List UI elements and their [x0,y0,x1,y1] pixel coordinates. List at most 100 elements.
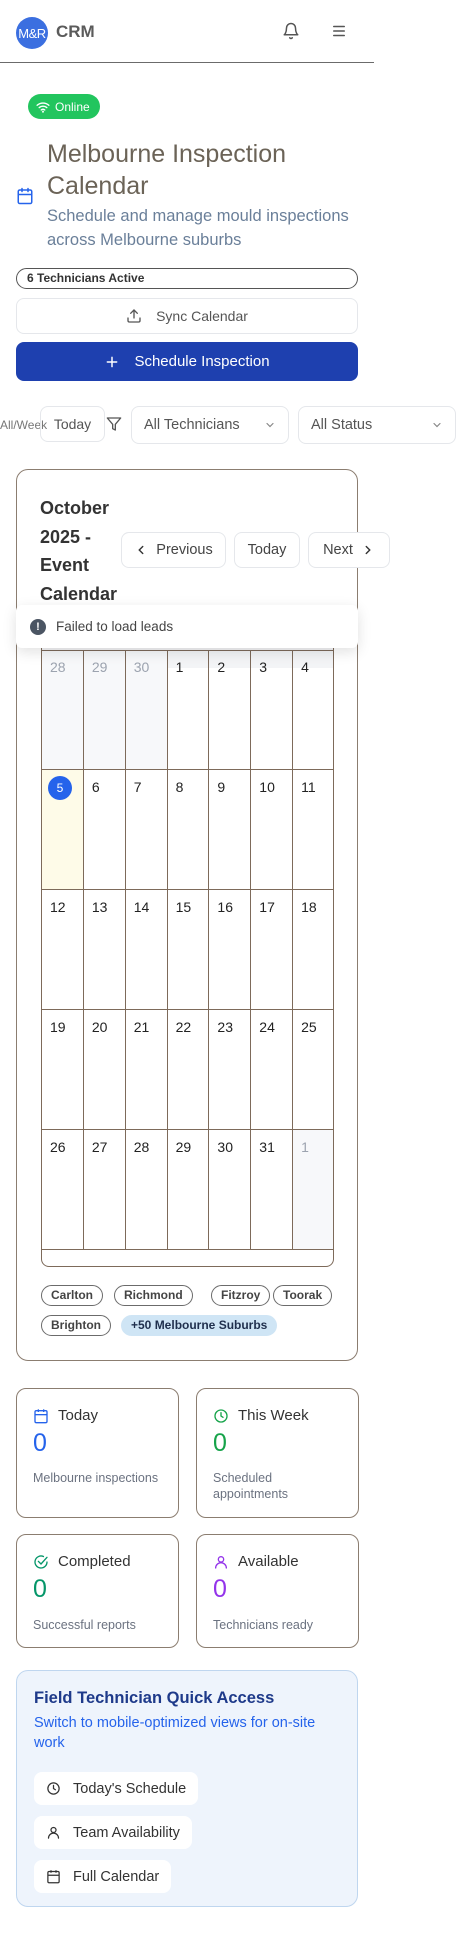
calendar-day-cell[interactable]: 28 [42,651,84,770]
stat-week-label: This Week [238,1407,309,1424]
calendar-day-cell[interactable]: 30 [125,651,168,770]
calendar-day-cell[interactable]: 28 [125,1130,168,1250]
calendar-day-cell[interactable]: 19 [42,1010,84,1130]
top-header: M&R CRM [0,0,374,63]
calendar-day-cell[interactable]: 26 [42,1130,84,1250]
calendar-day-cell[interactable]: 14 [125,890,168,1010]
stat-today-desc: Melbourne inspections [33,1471,159,1485]
calendar-day-cell[interactable]: 5 [42,770,84,890]
chevron-left-icon [138,545,144,555]
team-availability-button[interactable]: Team Availability [34,1816,192,1849]
day-number: 12 [50,899,66,915]
calendar-day-cell[interactable]: 15 [167,890,210,1010]
filter-icon [106,417,122,431]
status-select[interactable]: All Status [298,406,456,444]
calendar-day-cell[interactable]: 17 [251,890,294,1010]
full-calendar-label: Full Calendar [73,1868,160,1885]
suburb-chip: Fitzroy [211,1285,271,1306]
hamburger-menu-icon[interactable] [329,22,349,40]
calendar-day-cell[interactable]: 24 [251,1010,294,1130]
sync-calendar-button[interactable]: Sync Calendar [16,298,358,334]
quick-access-subtitle: Switch to mobile-optimized views for on-… [34,1715,316,1751]
online-label: Online [55,99,90,114]
stat-card-today: Today 0 Melbourne inspections [16,1388,179,1518]
wifi-icon [36,101,50,113]
chevron-down-icon [266,422,274,428]
calendar-day-cell[interactable]: 13 [83,890,126,1010]
page-title: Melbourne Inspection Calendar [47,140,287,200]
calendar-day-cell[interactable]: 23 [209,1010,252,1130]
todays-schedule-label: Today's Schedule [73,1780,187,1797]
calendar-day-cell[interactable]: 12 [42,890,84,1010]
suburb-chip: Carlton [41,1285,103,1306]
calendar-day-cell[interactable]: 30 [209,1130,252,1250]
clock-icon [47,1782,60,1795]
stat-available-desc: Technicians ready [213,1618,314,1632]
suburb-chip: Richmond [114,1285,193,1306]
day-number: 28 [133,1139,150,1155]
day-number: 31 [259,1139,275,1155]
stat-completed-desc: Successful reports [33,1618,136,1632]
calendar-day-cell[interactable]: 1 [167,651,210,770]
calendar-day-cell[interactable]: 4 [293,651,333,770]
error-message: Failed to load leads [56,619,174,634]
day-number: 3 [259,659,268,675]
stat-card-completed: Completed 0 Successful reports [16,1534,179,1648]
day-number: 24 [259,1019,275,1035]
chevron-down-icon [433,422,441,428]
sync-calendar-label: Sync Calendar [156,308,248,324]
day-number: 2 [217,659,226,675]
calendar-day-cell[interactable]: 9 [209,770,252,890]
more-suburbs-chip: +50 Melbourne Suburbs [121,1315,278,1336]
calendar-day-cell[interactable]: 29 [83,651,126,770]
day-number: 16 [217,899,233,915]
schedule-inspection-button[interactable]: Schedule Inspection [16,342,358,381]
bell-icon[interactable] [282,22,300,40]
calendar-day-cell[interactable]: 6 [83,770,126,890]
todays-schedule-button[interactable]: Today's Schedule [34,1772,199,1805]
stat-card-week: This Week 0 Scheduled appointments [196,1388,359,1518]
day-number: 1 [301,1139,309,1155]
day-number: 6 [91,779,100,795]
technician-select[interactable]: All Technicians [131,406,289,444]
full-calendar-button[interactable]: Full Calendar [34,1860,172,1893]
calendar-day-cell[interactable]: 31 [251,1130,294,1250]
calendar-day-cell[interactable]: 1 [293,1130,333,1250]
error-toast: ! Failed to load leads [16,605,358,648]
calendar-day-cell[interactable]: 22 [167,1010,210,1130]
calendar-day-cell[interactable]: 21 [125,1010,168,1130]
schedule-inspection-label: Schedule Inspection [134,353,270,370]
technicians-active-badge: 6 Technicians Active [16,268,358,289]
day-number: 8 [175,779,184,795]
today-filter-button[interactable]: Today [40,406,105,442]
calendar-day-cell[interactable]: 10 [251,770,294,890]
calendar-day-cell[interactable]: 2 [209,651,252,770]
plus-icon [107,356,118,367]
calendar-day-cell[interactable]: 16 [209,890,252,1010]
previous-month-button[interactable]: Previous [121,532,226,568]
upload-icon [127,309,141,323]
calendar-day-cell[interactable]: 7 [125,770,168,890]
next-month-button[interactable]: Next [308,532,390,568]
month-title: October 2025 - Event Calendar [40,498,118,604]
day-number: 30 [133,659,150,675]
calendar-day-cell[interactable]: 29 [167,1130,210,1250]
filter-bar: All/Week Today All Technicians All Statu… [0,406,458,446]
calendar-day-cell[interactable]: 25 [293,1010,333,1130]
calendar-day-cell[interactable]: 8 [167,770,210,890]
next-label: Next [323,542,353,558]
calendar-day-cell[interactable]: 27 [83,1130,126,1250]
calendar-day-cell[interactable]: 18 [293,890,333,1010]
day-number: 15 [175,899,192,915]
day-number: 29 [175,1139,192,1155]
app-logo[interactable]: M&R [16,17,48,49]
calendar-day-cell[interactable]: 20 [83,1010,126,1130]
day-number: 13 [91,899,108,915]
day-number: 4 [301,659,309,675]
stat-week-value: 0 [213,1429,227,1457]
calendar-day-cell[interactable]: 11 [293,770,333,890]
today-button[interactable]: Today [234,532,300,568]
calendar-day-cell[interactable]: 3 [251,651,294,770]
user-icon [215,1555,227,1569]
day-number: 17 [259,899,275,915]
